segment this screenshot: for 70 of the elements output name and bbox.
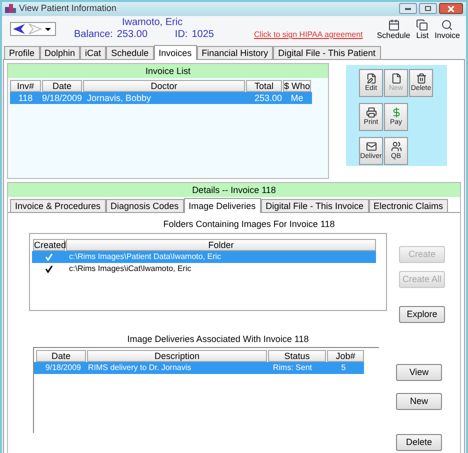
column-header[interactable]: $ Who <box>283 80 311 92</box>
panel-title: Details -- Invoice 118 <box>8 182 460 196</box>
close-icon <box>448 6 454 12</box>
window-title: View Patient Information <box>19 2 116 15</box>
app-icon <box>5 4 16 14</box>
tab[interactable]: Invoices <box>154 44 197 60</box>
table-cell-text: Rims: Sent <box>272 362 313 374</box>
tab[interactable]: Image Deliveries <box>184 198 261 212</box>
folders-caption: Folders Containing Images For Invoice 118 <box>162 218 336 231</box>
maximize-button[interactable] <box>419 3 437 14</box>
balance-label: Balance: <box>74 29 113 41</box>
folder-path: c:\Rims Images\iCat\Iwamoto, Eric <box>69 263 192 275</box>
printer-icon <box>366 106 376 118</box>
table-cell-text: Jornavis, Bobby <box>86 92 152 104</box>
tab[interactable]: Digital File - This Invoice <box>260 198 368 212</box>
id-value: 1025 <box>192 29 214 41</box>
navigation-control[interactable] <box>10 22 56 36</box>
tab[interactable]: Digital File - This Patient <box>273 46 381 58</box>
balance-value: 253.00 <box>116 29 149 41</box>
table-cell: 9/18/2009 <box>42 92 82 104</box>
folder-path: c:\Rims Images\Patient Data\Iwamoto, Eric <box>69 251 222 263</box>
toolbar-button[interactable]: Schedule <box>376 18 410 40</box>
id-label: ID: <box>174 29 188 41</box>
column-header[interactable]: Description <box>87 350 267 362</box>
patient-name: Iwamoto, Eric <box>122 17 184 29</box>
pages-icon <box>416 18 428 30</box>
action-button[interactable]: Delete <box>396 434 442 451</box>
toolbar-button[interactable]: List <box>416 18 429 40</box>
column-header[interactable]: Inv# <box>10 80 41 92</box>
folder-row[interactable]: c:\Rims Images\iCat\Iwamoto, Eric <box>32 263 376 275</box>
tab[interactable]: Financial History <box>196 46 274 58</box>
column-header[interactable]: Date <box>36 350 86 362</box>
tab[interactable]: Diagnosis Codes <box>106 198 184 212</box>
table-cell-text: 5 <box>340 362 347 374</box>
panel-title: Invoice List <box>8 64 328 78</box>
tab[interactable]: Schedule <box>106 46 154 58</box>
column-header[interactable]: Folder <box>66 239 376 251</box>
tab[interactable]: Dolphin <box>40 46 80 58</box>
dollar-icon <box>390 106 402 118</box>
hipaa-link[interactable]: Click to sign HIPAA agreement <box>254 29 363 41</box>
column-header[interactable]: Status <box>268 350 326 362</box>
back-arrow-icon[interactable] <box>11 23 27 35</box>
table-cell-text: RIMS delivery to Dr. Jornavis <box>87 362 192 374</box>
search-icon <box>441 18 454 30</box>
toolbar-button[interactable]: Invoice <box>434 18 460 40</box>
column-header[interactable]: Total <box>246 80 282 92</box>
action-button[interactable]: Explore <box>399 306 445 324</box>
tab[interactable]: iCat <box>80 46 106 58</box>
trash-icon <box>416 72 426 84</box>
action-button[interactable]: New <box>396 392 442 410</box>
page-icon <box>390 72 402 84</box>
table-cell-text: Me <box>290 92 304 104</box>
people-icon <box>390 140 402 152</box>
edit-icon <box>366 72 376 84</box>
calendar-icon <box>388 18 400 30</box>
tab[interactable]: Invoice & Procedures <box>10 198 106 212</box>
envelope-icon <box>366 140 376 152</box>
minimize-button[interactable] <box>399 3 417 14</box>
column-header[interactable]: Job# <box>327 350 364 362</box>
table-cell-text: 118 <box>17 92 34 104</box>
table-cell-text: 253.00 <box>253 92 282 104</box>
tab[interactable]: Electronic Claims <box>368 198 448 212</box>
table-cell-text: 9/18/2009 <box>44 362 82 374</box>
tab[interactable]: Profile <box>4 46 40 58</box>
column-header[interactable]: Doctor <box>83 80 245 92</box>
action-button[interactable]: View <box>396 364 442 381</box>
close-button[interactable] <box>439 3 463 14</box>
column-header[interactable]: Date <box>42 80 82 92</box>
column-header[interactable]: Created <box>33 239 65 251</box>
deliveries-caption: Image Deliveries Associated With Invoice 118 <box>126 333 310 346</box>
